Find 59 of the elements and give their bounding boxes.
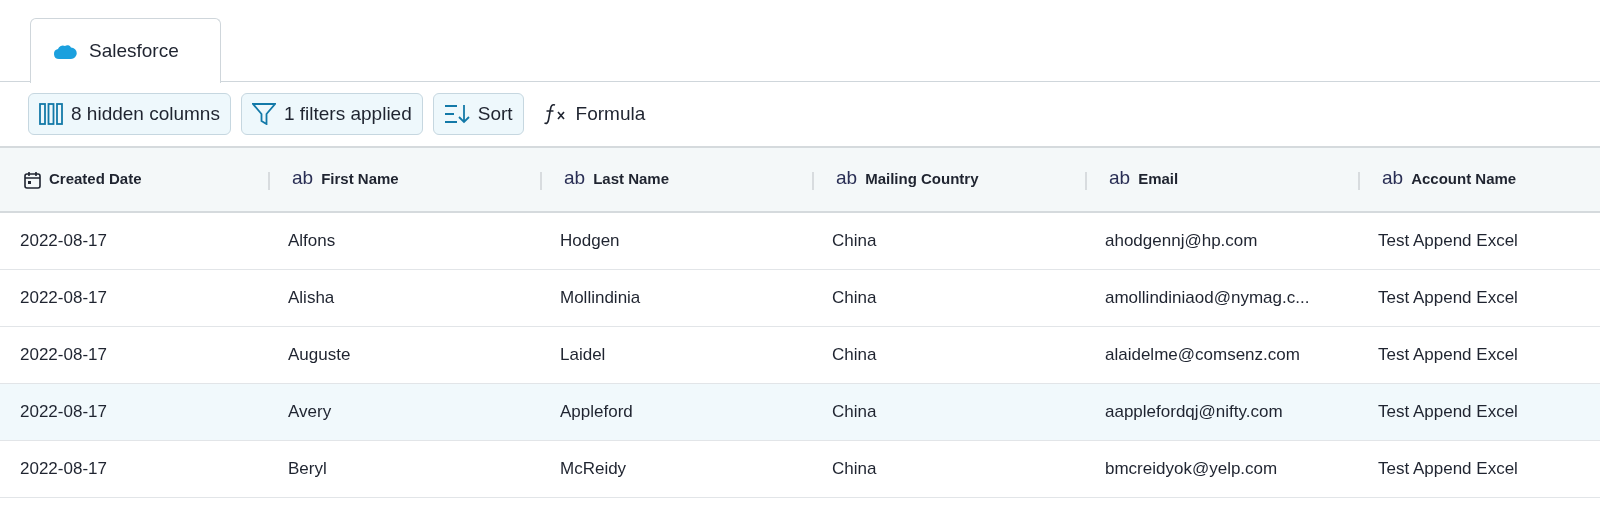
formula-button[interactable]: Formula	[533, 93, 656, 135]
text-type-glyph: ab	[564, 168, 586, 187]
table-cell-text: Hodgen	[560, 230, 620, 253]
table-cell-text: aapplefordqj@nifty.com	[1105, 401, 1283, 424]
table-cell-text: China	[832, 230, 877, 253]
column-label: Last Name	[593, 169, 669, 190]
column-header[interactable]: Created Date	[0, 148, 268, 211]
table-cell-text: Avery	[288, 401, 332, 424]
tab[interactable]: Salesforce	[30, 18, 221, 83]
table-cell-text: McReidy	[560, 458, 627, 481]
table-cell-text: bmcreidyok@yelp.com	[1105, 458, 1278, 481]
text-type-glyph: ab	[836, 168, 858, 187]
table-cell-text: 2022-08-17	[20, 401, 107, 424]
table-cell-text: China	[832, 287, 877, 310]
table-cell-text: 2022-08-17	[20, 230, 107, 253]
table-row[interactable]: 2022-08-17 Avery Appleford China aapplefordqj@nifty.com Test Append Excel	[0, 384, 1600, 441]
cloud-icon	[53, 42, 77, 60]
table-cell-text: Beryl	[288, 458, 327, 481]
sort-button[interactable]: Sort	[432, 93, 524, 135]
sort-icon	[443, 104, 470, 124]
table-cell-text: Alfons	[288, 230, 336, 253]
table-cell-text: 2022-08-17	[20, 344, 107, 367]
table-cell-text: Test Append Excel	[1378, 458, 1518, 481]
column-header[interactable]: ab First Name	[268, 148, 540, 211]
column-label: Mailing Country	[865, 169, 979, 190]
filter-icon	[251, 103, 276, 125]
column-label: Created Date	[49, 169, 142, 190]
table-cell-text: amollindiniaod@nymag.c...	[1105, 287, 1310, 310]
table-cell-text: Test Append Excel	[1378, 287, 1518, 310]
column-label: Account Name	[1411, 169, 1517, 190]
text-type-glyph: ab	[292, 168, 314, 187]
table-cell-text: China	[832, 458, 877, 481]
table-cell-text: Laidel	[560, 344, 606, 367]
column-header[interactable]: ab Last Name	[540, 148, 812, 211]
table-cell-text: Test Append Excel	[1378, 401, 1518, 424]
table-cell-text: Test Append Excel	[1378, 230, 1518, 253]
columns-icon	[39, 103, 63, 125]
table-cell-text: 2022-08-17	[20, 287, 107, 310]
filters-button[interactable]: 1 filters applied	[240, 93, 423, 135]
table-cell-text: 2022-08-17	[20, 458, 107, 481]
function-icon	[543, 103, 568, 125]
table-cell-text: Appleford	[560, 401, 633, 424]
column-header[interactable]: ab Email	[1085, 148, 1358, 211]
text-type-glyph: ab	[1382, 168, 1404, 187]
text-type-glyph: ab	[1109, 168, 1131, 187]
calendar-icon	[24, 170, 41, 189]
column-header[interactable]: ab Mailing Country	[812, 148, 1085, 211]
table-cell-text: ahodgennj@hp.com	[1105, 230, 1258, 253]
hidden-columns-button[interactable]: 8 hidden columns	[28, 93, 231, 135]
table-cell-text: Auguste	[288, 344, 351, 367]
table-cell-text: Alisha	[288, 287, 335, 310]
table-cell-text: Test Append Excel	[1378, 344, 1518, 367]
table-cell-text: Mollindinia	[560, 287, 641, 310]
table-cell-text: China	[832, 401, 877, 424]
table-cell-text: alaidelme@comsenz.com	[1105, 344, 1300, 367]
column-label: First Name	[321, 169, 399, 190]
column-label: Email	[1138, 169, 1179, 190]
column-header[interactable]: ab Account Name	[1358, 148, 1600, 211]
table-cell-text: China	[832, 344, 877, 367]
